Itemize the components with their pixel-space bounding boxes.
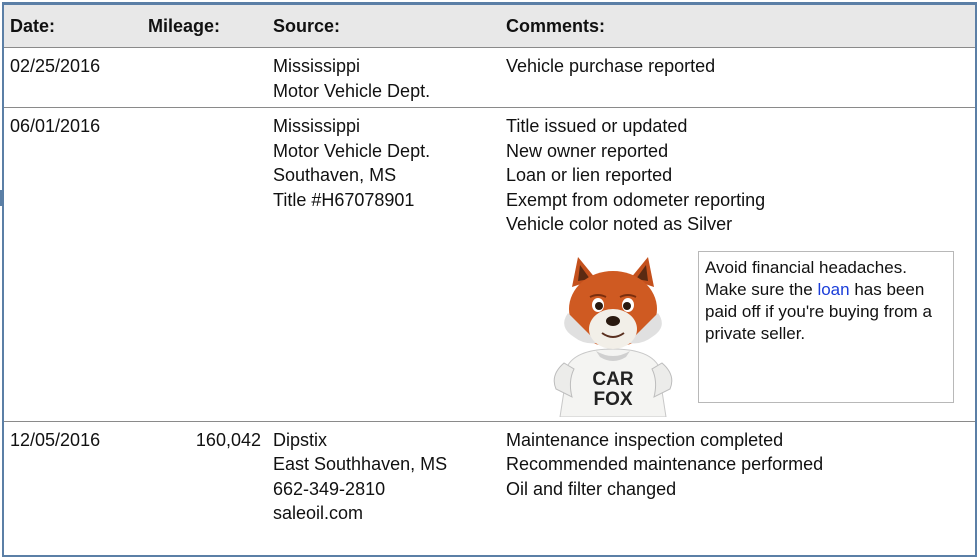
record-source: Mississippi Motor Vehicle Dept. Southave… [267,107,500,422]
comment-line: Oil and filter changed [506,478,677,499]
header-comments: Comments: [500,5,975,48]
record-date: 02/25/2016 [4,47,142,108]
comment-line: Recommended maintenance performed [506,454,824,474]
source-line: saleoil.com [273,503,364,523]
comment-line: Exempt from odometer reporting [506,189,766,210]
table-row: 12/05/2016 160,042 Dipstix East Southhav… [4,421,975,530]
vehicle-history-table: Date: Mileage: Source: Comments: 02/25/2… [4,5,975,530]
carfox-tip: CAR FOX Avoid financial headaches. Make … [506,250,969,417]
shirt-text-line2: FOX [593,389,632,410]
comment-line: Vehicle color noted as Silver [506,214,733,234]
source-line: Mississippi [273,116,361,136]
record-mileage: 160,042 [195,429,261,450]
source-line: 662-349-2810 [273,478,386,499]
comment-line: New owner reported [506,140,669,161]
source-line: East Southhaven, MS [273,454,448,474]
record-mileage [142,107,267,422]
header-date: Date: [4,5,142,48]
header-mileage: Mileage: [142,5,267,48]
source-line: Mississippi [273,56,361,76]
source-line: Title #H67078901 [273,189,415,210]
table-row: 06/01/2016 Mississippi Motor Vehicle Dep… [4,107,975,422]
record-comments: Title issued or updated New owner report… [500,107,975,422]
comment-line: Vehicle purchase reported [506,56,716,76]
comment-line: Loan or lien reported [506,165,673,185]
frame-edge-mark [0,190,2,206]
source-line: Motor Vehicle Dept. [273,80,431,101]
carfox-mascot-icon: CAR FOX [553,256,673,417]
record-comments: Vehicle purchase reported [500,47,975,108]
record-date: 12/05/2016 [10,429,101,450]
loan-tip-box: Avoid financial headaches. Make sure the… [698,250,954,403]
loan-link[interactable]: loan [817,280,849,299]
header-source: Source: [267,5,500,48]
source-line: Dipstix [273,429,328,450]
record-mileage [142,47,267,108]
record-comments: Maintenance inspection completed Recomme… [500,421,975,530]
source-line: Motor Vehicle Dept. [273,140,431,161]
table-row: 02/25/2016 Mississippi Motor Vehicle Dep… [4,47,975,108]
record-date: 06/01/2016 [4,107,142,422]
record-source: Dipstix East Southhaven, MS 662-349-2810… [267,421,500,530]
comment-line: Title issued or updated [506,116,688,136]
header-row: Date: Mileage: Source: Comments: [4,5,975,48]
record-source: Mississippi Motor Vehicle Dept. [267,47,500,108]
source-line: Southaven, MS [273,165,397,185]
comment-line: Maintenance inspection completed [506,429,784,450]
shirt-text-line1: CAR [592,369,633,390]
